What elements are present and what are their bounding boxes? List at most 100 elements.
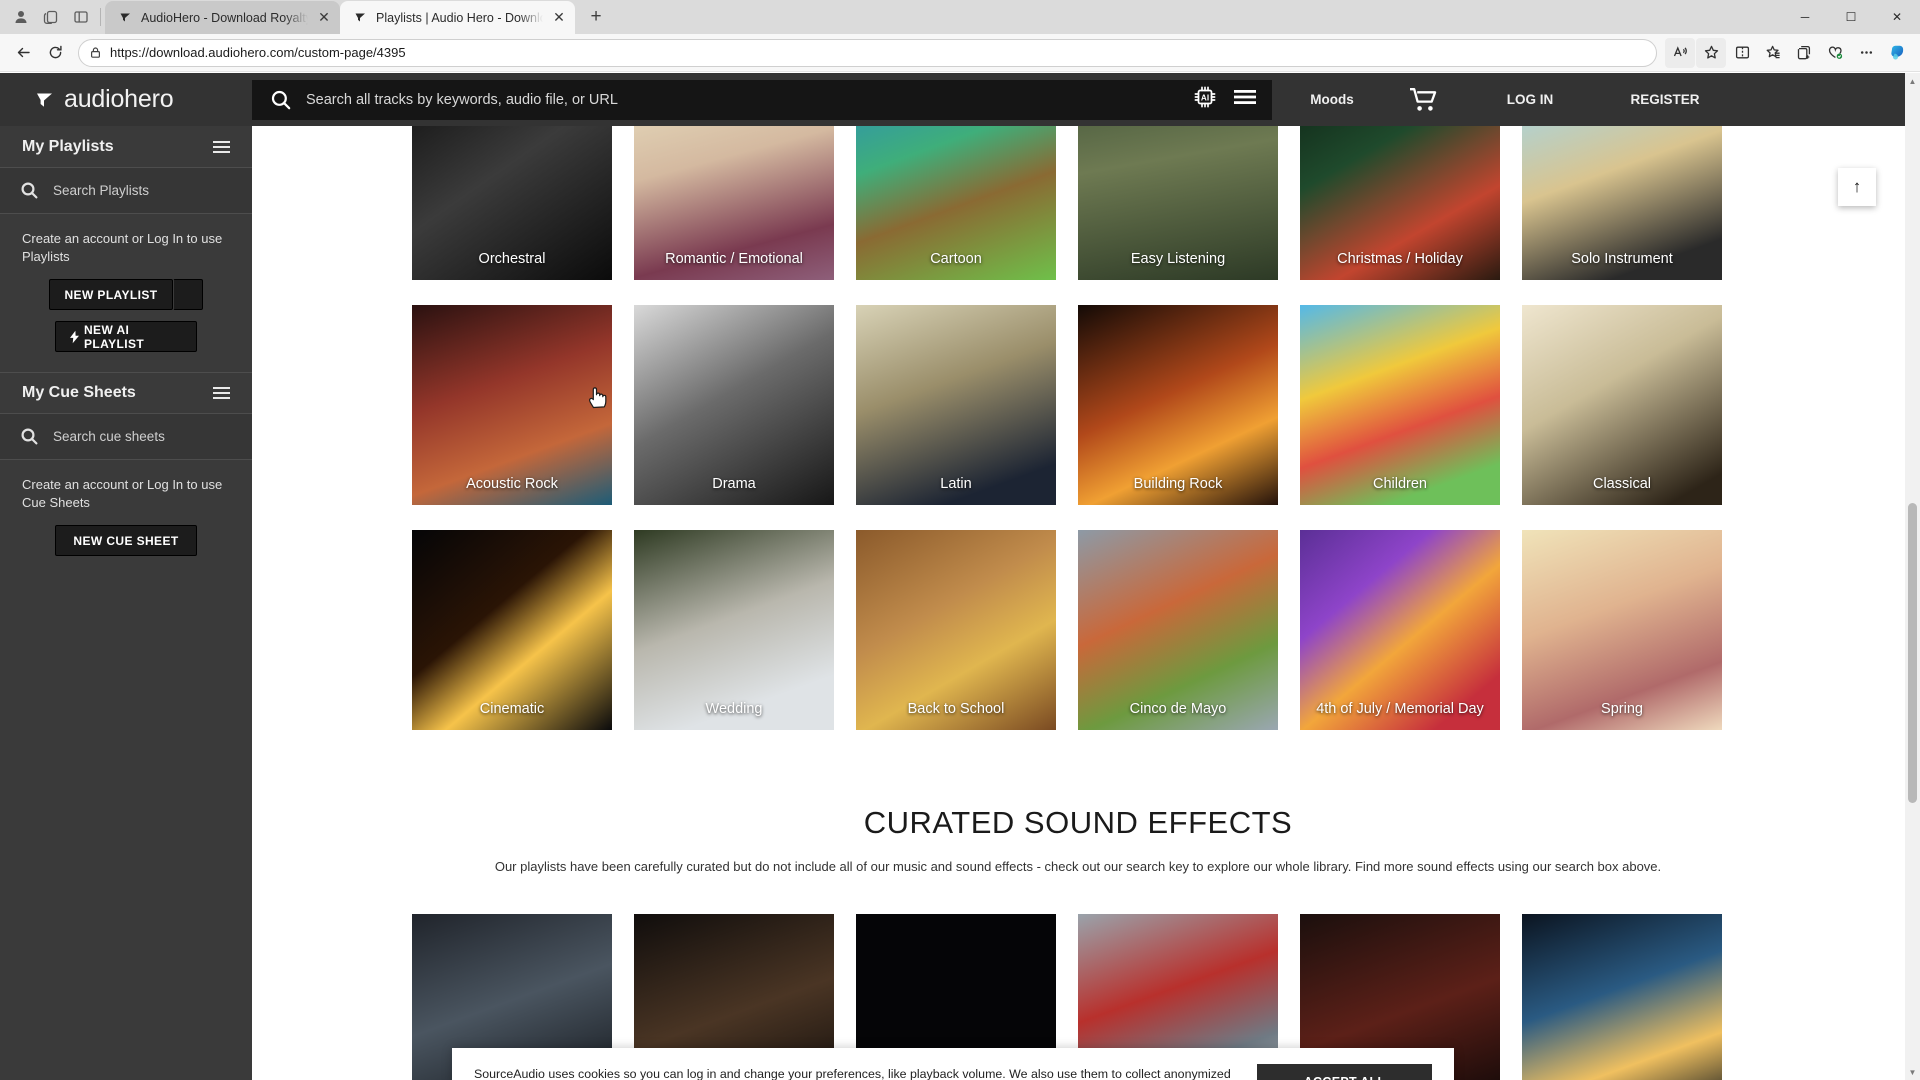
cart-button[interactable] xyxy=(1378,73,1470,126)
page-scrollbar[interactable]: ▲ ▼ xyxy=(1905,73,1920,1080)
minimize-button[interactable]: ─ xyxy=(1782,0,1828,34)
category-grid-row-2: Acoustic Rock Drama Latin Building Rock xyxy=(412,305,1744,505)
category-tile[interactable]: Building Rock xyxy=(1078,305,1278,505)
login-button[interactable]: LOG IN xyxy=(1470,73,1590,126)
tab-strip: AudioHero - Download Royalty Fr ✕ Playli… xyxy=(0,0,1920,34)
split-screen-icon[interactable] xyxy=(1727,38,1757,68)
tile-image xyxy=(856,305,1056,505)
new-tab-button[interactable]: + xyxy=(581,2,611,32)
search-cue-sheets-field[interactable]: Search cue sheets xyxy=(0,414,252,461)
category-tile[interactable]: Latin xyxy=(856,305,1056,505)
category-tile[interactable]: Cinematic xyxy=(412,530,612,730)
category-tile[interactable]: Acoustic Rock xyxy=(412,305,612,505)
new-playlist-dropdown-button[interactable] xyxy=(172,279,203,311)
nav-moods-label: Moods xyxy=(1310,92,1354,107)
vertical-tabs-icon[interactable] xyxy=(66,0,96,34)
category-grid-row-1: Orchestral Romantic / Emotional Cartoon … xyxy=(412,126,1744,280)
sidebar: My Playlists Search Playlists Create an … xyxy=(0,126,252,1080)
category-tile[interactable]: Wedding xyxy=(634,530,834,730)
logo-triangle-icon xyxy=(36,91,56,109)
category-tile[interactable]: Romantic / Emotional xyxy=(634,126,834,280)
section-heading: CURATED SOUND EFFECTS xyxy=(863,805,1293,840)
category-tile[interactable]: 4th of July / Memorial Day xyxy=(1300,530,1500,730)
copilot-icon[interactable] xyxy=(1882,38,1912,68)
my-cue-sheets-title: My Cue Sheets xyxy=(22,384,136,402)
playlists-menu-icon[interactable] xyxy=(213,140,230,153)
address-bar[interactable]: https://download.audiohero.com/custom-pa… xyxy=(78,38,1657,67)
search-tools: AI xyxy=(1192,84,1258,115)
section-subtitle: Our playlists have been carefully curate… xyxy=(494,859,1662,874)
new-playlist-button[interactable]: NEW PLAYLIST xyxy=(49,279,173,311)
cookie-text: SourceAudio uses cookies so you can log … xyxy=(474,1064,1237,1080)
search-icon xyxy=(21,428,38,445)
search-cue-sheets-input[interactable]: Search cue sheets xyxy=(53,429,165,444)
tab-search-icon[interactable] xyxy=(36,0,66,34)
category-grid-row-3: Cinematic Wedding Back to School Cinco d… xyxy=(412,530,1744,730)
tile-label: Spring xyxy=(1601,701,1643,718)
scrollbar-down-arrow[interactable]: ▼ xyxy=(1905,1064,1920,1080)
tile-label: Easy Listening xyxy=(1130,251,1226,268)
browser-tab-2[interactable]: Playlists | Audio Hero - Download ✕ xyxy=(340,1,575,34)
new-cue-sheet-button[interactable]: NEW CUE SHEET xyxy=(55,525,197,557)
search-input[interactable]: Search all tracks by keywords, audio fil… xyxy=(306,92,1178,108)
tile-label: Acoustic Rock xyxy=(466,476,558,493)
register-label: REGISTER xyxy=(1630,92,1700,107)
collections-icon[interactable] xyxy=(1758,38,1788,68)
read-aloud-icon[interactable] xyxy=(1665,37,1695,68)
web-page: audiohero Search all tracks by keywords,… xyxy=(0,73,1920,1080)
add-tab-to-favorites-icon[interactable] xyxy=(1789,38,1819,68)
tab-title: AudioHero - Download Royalty Fr xyxy=(141,10,308,25)
audiohero-logo[interactable]: audiohero xyxy=(0,73,252,126)
favorite-star-icon[interactable] xyxy=(1696,37,1726,68)
ai-chip-icon[interactable]: AI xyxy=(1192,84,1218,115)
nav-moods[interactable]: Moods xyxy=(1286,73,1378,126)
settings-more-icon[interactable] xyxy=(1851,38,1881,68)
search-icon xyxy=(270,89,292,111)
search-menu-icon[interactable] xyxy=(1232,87,1258,112)
browser-tab-1[interactable]: AudioHero - Download Royalty Fr ✕ xyxy=(105,1,340,34)
close-icon[interactable]: ✕ xyxy=(551,9,567,26)
accept-all-cookies-button[interactable]: ACCEPT ALL COOKIES xyxy=(1257,1064,1432,1080)
new-playlist-row: NEW PLAYLIST xyxy=(0,269,252,311)
tile-image xyxy=(634,530,834,730)
browser-navigation-bar: https://download.audiohero.com/custom-pa… xyxy=(0,34,1920,72)
category-tile[interactable]: Solo Instrument xyxy=(1522,126,1722,280)
browser-essentials-icon[interactable] xyxy=(1820,38,1850,68)
browser-toolbar-icons xyxy=(1665,37,1912,68)
tile-label: Latin xyxy=(940,476,972,493)
login-label: LOG IN xyxy=(1506,92,1554,107)
refresh-icon[interactable] xyxy=(40,38,70,68)
header-nav: Moods LOG IN REGISTER xyxy=(1286,73,1740,126)
tile-image xyxy=(1078,530,1278,730)
sound-effect-tile[interactable] xyxy=(1522,914,1722,1080)
category-tile[interactable]: Classical xyxy=(1522,305,1722,505)
scroll-to-top-button[interactable]: ↑ xyxy=(1838,168,1876,206)
category-tile[interactable]: Cartoon xyxy=(856,126,1056,280)
category-tile[interactable]: Spring xyxy=(1522,530,1722,730)
category-tile[interactable]: Christmas / Holiday xyxy=(1300,126,1500,280)
tile-image xyxy=(412,530,612,730)
register-button[interactable]: REGISTER xyxy=(1590,73,1740,126)
new-ai-playlist-button[interactable]: NEW AI PLAYLIST xyxy=(55,321,197,353)
maximize-button[interactable]: ☐ xyxy=(1828,0,1874,34)
back-arrow-icon[interactable] xyxy=(8,38,38,68)
search-playlists-field[interactable]: Search Playlists xyxy=(0,168,252,214)
category-tile[interactable]: Drama xyxy=(634,305,834,505)
close-icon[interactable]: ✕ xyxy=(316,9,332,26)
category-tile[interactable]: Cinco de Mayo xyxy=(1078,530,1278,730)
close-window-button[interactable]: ✕ xyxy=(1874,0,1920,34)
category-tile[interactable]: Back to School xyxy=(856,530,1056,730)
category-tile[interactable]: Orchestral xyxy=(412,126,612,280)
scrollbar-up-arrow[interactable]: ▲ xyxy=(1905,73,1920,89)
global-search-bar[interactable]: Search all tracks by keywords, audio fil… xyxy=(252,79,1272,120)
tab-title: Playlists | Audio Hero - Download xyxy=(376,10,543,25)
cue-sheets-menu-icon[interactable] xyxy=(213,387,230,400)
playlists-note: Create an account or Log In to use Playl… xyxy=(22,231,223,264)
category-tile[interactable]: Easy Listening xyxy=(1078,126,1278,280)
search-playlists-input[interactable]: Search Playlists xyxy=(53,183,149,198)
profile-icon[interactable] xyxy=(6,0,36,34)
tile-image xyxy=(1078,305,1278,505)
my-playlists-header: My Playlists xyxy=(0,126,252,168)
category-tile[interactable]: Children xyxy=(1300,305,1500,505)
scrollbar-thumb[interactable] xyxy=(1908,503,1917,803)
